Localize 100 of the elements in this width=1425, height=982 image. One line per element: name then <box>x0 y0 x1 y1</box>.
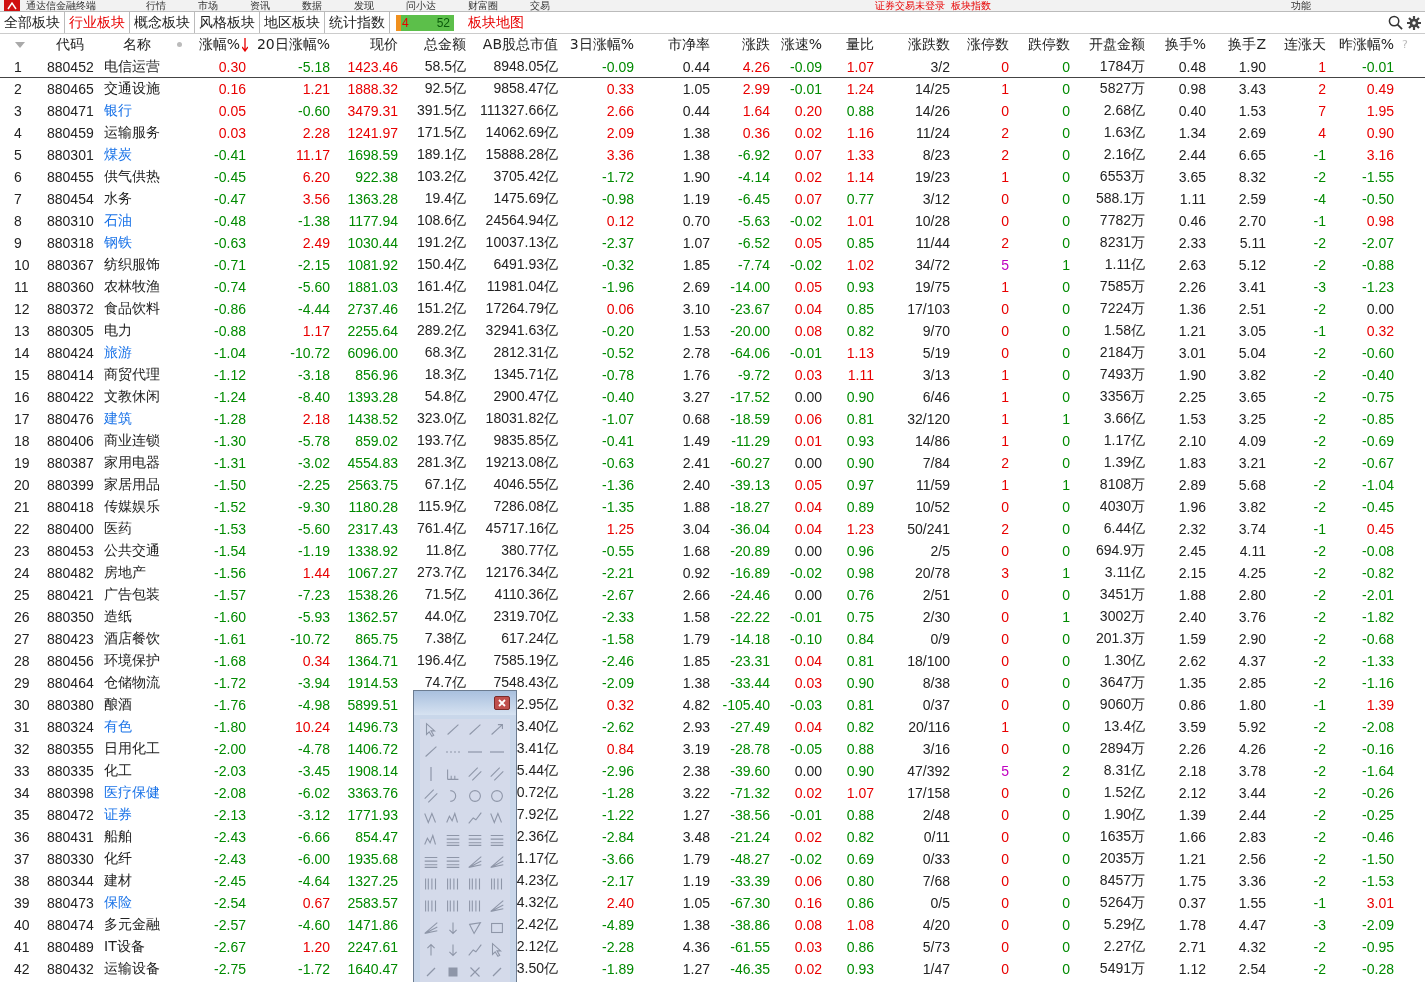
table-cell-text: 1.59 <box>1178 630 1207 647</box>
table-cell-text: 1081.92 <box>347 256 399 273</box>
sector-map-link[interactable]: 板块地图 <box>468 13 524 32</box>
table-cell-text: -2.45 <box>214 872 247 889</box>
menu-item[interactable]: 交易 <box>530 1 550 11</box>
table-cell-text: 0.02 <box>794 784 823 801</box>
column-header[interactable]: 名称 <box>123 35 153 54</box>
table-cell-text: -4.98 <box>298 696 331 713</box>
table-cell-text: -14.00 <box>730 278 771 295</box>
table-cell-text: 1393.28 <box>347 388 399 405</box>
menu-item[interactable]: 财富圈 <box>468 1 498 11</box>
sector-tab[interactable]: 行业板块 <box>65 12 130 33</box>
table-cell-text: 7548.43亿 <box>493 673 559 692</box>
table-cell-text: 2.63 <box>1178 256 1207 273</box>
menu-item[interactable]: 数据 <box>302 1 322 11</box>
column-header[interactable]: 3日涨幅% <box>569 35 636 54</box>
table-cell-text: 5.12 <box>1238 256 1267 273</box>
column-header[interactable]: 现价 <box>370 35 400 54</box>
menu-item[interactable]: 功能 <box>1291 1 1311 11</box>
sector-name: 旅游 <box>103 343 133 362</box>
column-header[interactable]: 开盘金额 <box>1089 35 1147 54</box>
column-header[interactable]: 跌停数 <box>1028 35 1072 54</box>
table-cell-text: 2.80 <box>1238 586 1267 603</box>
table-cell-text: 0 <box>1062 828 1071 845</box>
table-cell-text: 0.81 <box>846 696 875 713</box>
table-cell-text: 2.62 <box>1178 652 1207 669</box>
table-cell-text: 2 <box>1001 454 1010 471</box>
table-cell-text: 3002万 <box>1099 607 1146 626</box>
table-cell-text: 14/25 <box>914 80 951 97</box>
settings-icon[interactable] <box>1407 15 1421 30</box>
table-cell-text: 2.36亿 <box>516 827 559 846</box>
sector-tab[interactable]: 统计指数 <box>325 12 390 33</box>
table-cell-text: 1.95 <box>1366 102 1395 119</box>
column-header[interactable]: 昨涨幅% <box>1338 35 1396 54</box>
menu-item[interactable]: 发现 <box>354 1 374 11</box>
table-cell-text: -61.55 <box>730 938 771 955</box>
column-header[interactable]: 涨速% <box>780 35 824 54</box>
column-header[interactable]: 总金额 <box>424 35 468 54</box>
menu-item[interactable]: 行情 <box>146 1 166 11</box>
close-button[interactable] <box>494 696 510 710</box>
sector-tab[interactable]: 风格板块 <box>195 12 260 33</box>
sector-tab[interactable]: 地区板块 <box>260 12 325 33</box>
table-cell-text: -0.48 <box>214 212 247 229</box>
column-header[interactable]: 涨跌数 <box>908 35 952 54</box>
table-cell-text: 7.38亿 <box>424 629 467 648</box>
column-header[interactable]: 涨跌 <box>742 35 772 54</box>
table-cell-text: 2.59 <box>1238 190 1267 207</box>
column-header[interactable]: AB股总市值 <box>482 35 560 54</box>
table-cell-text: -0.28 <box>1362 960 1395 977</box>
table-cell-text: 0.69 <box>846 850 875 867</box>
vertical-line-icon <box>430 766 432 782</box>
table-cell-text: 3.04 <box>682 520 711 537</box>
sector-tab[interactable]: 概念板块 <box>130 12 195 33</box>
table-cell-text: 859.02 <box>355 432 399 449</box>
column-header[interactable]: 涨停数 <box>967 35 1011 54</box>
sector-name: 运输设备 <box>103 959 161 978</box>
column-header[interactable]: 市净率 <box>668 35 712 54</box>
table-cell-text: 8457万 <box>1099 871 1146 890</box>
column-header[interactable]: 涨幅% <box>198 35 242 54</box>
row-number: 40 <box>13 916 31 933</box>
table-cell-text: 0 <box>1001 828 1010 845</box>
table-cell-text: 0.05 <box>794 476 823 493</box>
column-header[interactable]: 量比 <box>846 35 876 54</box>
menu-item[interactable]: 市场 <box>198 1 218 11</box>
table-cell-text: 3451万 <box>1099 585 1146 604</box>
row-number: 9 <box>13 234 23 251</box>
sector-tab[interactable]: 全部板块 <box>0 12 65 33</box>
table-cell-text: 1/47 <box>922 960 951 977</box>
column-header[interactable]: 换手Z <box>1228 35 1268 54</box>
column-header[interactable]: 20日涨幅% <box>256 35 332 54</box>
menu-item[interactable]: 资讯 <box>250 1 270 11</box>
fan-icon <box>488 897 506 915</box>
table-cell-text: 0.00 <box>794 542 823 559</box>
column-header[interactable]: 换手% <box>1164 35 1208 54</box>
table-cell-text: 922.38 <box>355 168 399 185</box>
menu-item[interactable]: 问小达 <box>406 1 436 11</box>
selected-row[interactable]: 1 880452 电信运营 0.30 -5.18 1423.46 58.5亿 8948.05亿 -0.09 0.44 4.26 -0.09 1.07 3/2 0 0 1784万 0.48 1.90 1 -0.01 <box>0 56 1425 78</box>
table-cell-text: 0 <box>1001 586 1010 603</box>
sector-name: 商贸代理 <box>103 365 161 384</box>
table-cell-text: 0.76 <box>846 586 875 603</box>
table-cell-text: 2.51 <box>1238 300 1267 317</box>
marker-icon <box>492 967 502 977</box>
table-cell-text: 1.58亿 <box>1103 321 1146 340</box>
table-cell-text: -10.72 <box>290 344 331 361</box>
sector-code: 880471 <box>46 102 95 119</box>
table-cell-text: 1.17亿 <box>1103 431 1146 450</box>
table-cell-text: -6.00 <box>298 850 331 867</box>
line-icon <box>467 751 483 753</box>
table-cell-text: 0 <box>1062 190 1071 207</box>
table-cell-text: -10.72 <box>290 630 331 647</box>
search-icon[interactable] <box>1388 15 1403 30</box>
table-cell-text: 1.68 <box>682 542 711 559</box>
table-cell-text: 1327.25 <box>347 872 399 889</box>
table-cell-text: 1.55 <box>1238 894 1267 911</box>
table-cell-text: -1.56 <box>214 564 247 581</box>
dropdown-caret-icon[interactable] <box>14 40 26 49</box>
column-header[interactable]: 代码 <box>56 35 86 54</box>
row-number: 4 <box>13 124 23 141</box>
column-header[interactable]: 连涨天 <box>1284 35 1328 54</box>
table-cell-text: -2.67 <box>214 938 247 955</box>
